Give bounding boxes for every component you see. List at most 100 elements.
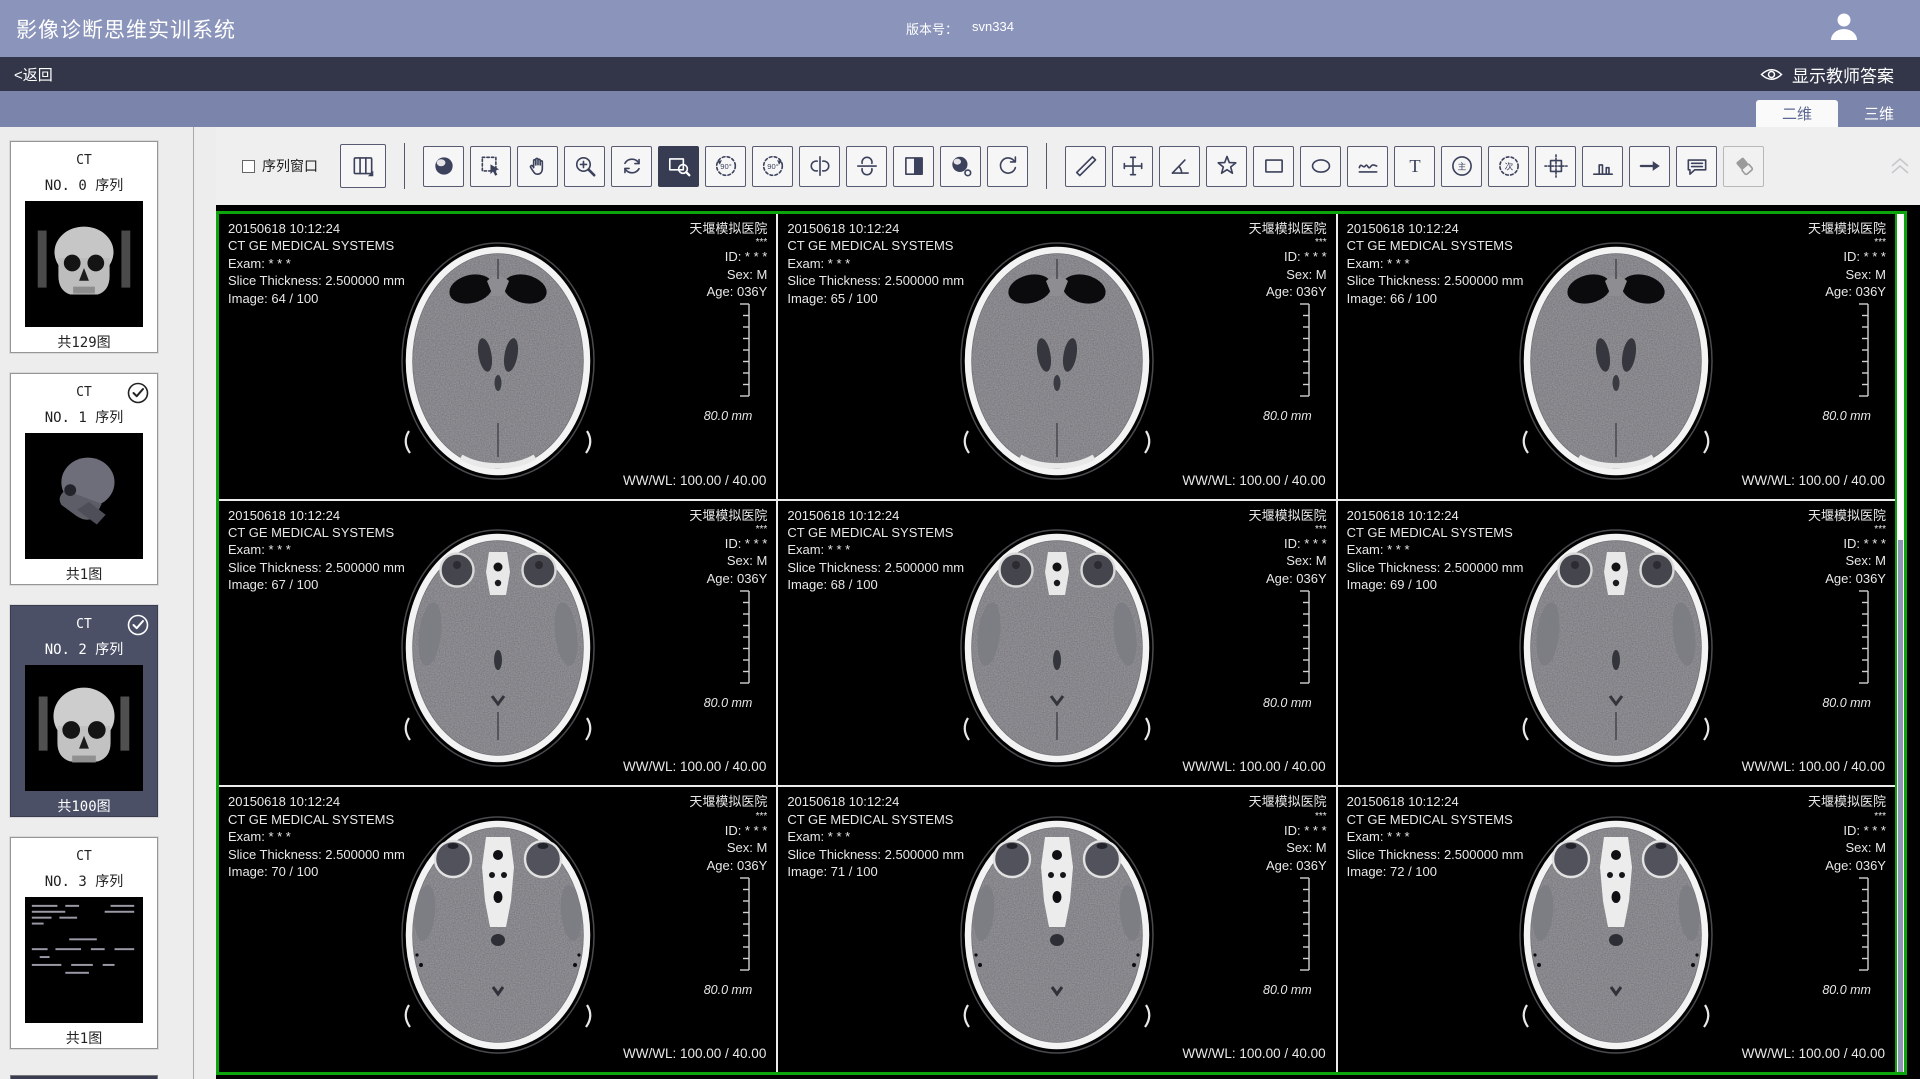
- viewport-cell-0[interactable]: 20150618 10:12:24CT GE MEDICAL SYSTEMSEx…: [219, 214, 776, 499]
- star-icon: [1214, 153, 1240, 179]
- series-card-1[interactable]: CTNO. 1 序列共1图: [10, 373, 158, 585]
- cell-age: Age: 036Y: [1808, 283, 1886, 300]
- tab-3d[interactable]: 三维: [1838, 100, 1920, 127]
- viewport-cell-3[interactable]: 20150618 10:12:24CT GE MEDICAL SYSTEMSEx…: [219, 501, 776, 786]
- flip-vertical-button[interactable]: [846, 146, 887, 187]
- grid-crosshair-button[interactable]: [1535, 146, 1576, 187]
- viewport-cell-2[interactable]: 20150618 10:12:24CT GE MEDICAL SYSTEMSEx…: [1338, 214, 1895, 499]
- cell-device: CT GE MEDICAL SYSTEMS: [1347, 524, 1524, 541]
- magnifier-plus-icon: [572, 153, 598, 179]
- cell-datetime: 20150618 10:12:24: [787, 793, 964, 810]
- measure-line-button[interactable]: [1065, 146, 1106, 187]
- invert-button[interactable]: [893, 146, 934, 187]
- arrow-annotation-button[interactable]: [1629, 146, 1670, 187]
- measure-cross-button[interactable]: [1112, 146, 1153, 187]
- viewport-cell-8[interactable]: 20150618 10:12:24CT GE MEDICAL SYSTEMSEx…: [1338, 787, 1895, 1072]
- series-image-count: 共100图: [57, 796, 110, 816]
- cell-device: CT GE MEDICAL SYSTEMS: [787, 524, 964, 541]
- reset-button[interactable]: [987, 146, 1028, 187]
- viewport-cell-4[interactable]: 20150618 10:12:24CT GE MEDICAL SYSTEMSEx…: [778, 501, 1335, 786]
- cell-stars: ***: [1808, 811, 1886, 822]
- viewport-cell-7[interactable]: 20150618 10:12:24CT GE MEDICAL SYSTEMSEx…: [778, 787, 1335, 1072]
- active-series-frame: 20150618 10:12:24CT GE MEDICAL SYSTEMSEx…: [216, 211, 1907, 1075]
- series-card-2[interactable]: CTNO. 2 序列共100图: [10, 605, 158, 817]
- rotate-90-cw-icon: 90°: [760, 153, 786, 179]
- cell-age: Age: 036Y: [1249, 857, 1327, 874]
- flip-horizontal-button[interactable]: [799, 146, 840, 187]
- window-sphere-button[interactable]: [423, 146, 464, 187]
- scrollbar-thumb[interactable]: [1898, 540, 1903, 1072]
- series-window-toggle[interactable]: 序列窗口: [242, 156, 318, 176]
- region-zoom-button[interactable]: [658, 146, 699, 187]
- cell-datetime: 20150618 10:12:24: [1347, 793, 1524, 810]
- viewport-cell-5[interactable]: 20150618 10:12:24CT GE MEDICAL SYSTEMSEx…: [1338, 501, 1895, 786]
- cell-info-left: 20150618 10:12:24CT GE MEDICAL SYSTEMSEx…: [787, 220, 964, 307]
- measure-angle-button[interactable]: [1159, 146, 1200, 187]
- back-button[interactable]: <返回: [14, 64, 53, 85]
- grid-scrollbar[interactable]: [1895, 214, 1904, 1072]
- flip-horizontal-icon: [807, 153, 833, 179]
- text-annotation-button[interactable]: T: [1394, 146, 1435, 187]
- version-label: 版本号：: [906, 19, 958, 38]
- focus-main-button[interactable]: 主: [1441, 146, 1482, 187]
- cell-info-left: 20150618 10:12:24CT GE MEDICAL SYSTEMSEx…: [787, 507, 964, 594]
- cell-exam: Exam: * * *: [228, 541, 405, 558]
- viewport-cell-1[interactable]: 20150618 10:12:24CT GE MEDICAL SYSTEMSEx…: [778, 214, 1335, 499]
- histogram-button[interactable]: [1582, 146, 1623, 187]
- focus-secondary-button[interactable]: 次: [1488, 146, 1529, 187]
- star-roi-button[interactable]: [1206, 146, 1247, 187]
- cell-age: Age: 036Y: [689, 570, 767, 587]
- cell-patient-id: ID: * * *: [1249, 535, 1327, 552]
- series-card-partial[interactable]: [10, 1075, 158, 1079]
- cell-window-level: WW/WL: 100.00 / 40.00: [1742, 759, 1885, 774]
- toolbar-collapse-button[interactable]: [1888, 155, 1912, 175]
- ct-image: [1501, 797, 1731, 1063]
- cell-hospital: 天堰模拟医院: [1249, 507, 1327, 524]
- pan-button[interactable]: [517, 146, 558, 187]
- cell-info-right: 天堰模拟医院***ID: * * *Sex: MAge: 036Y: [689, 507, 767, 588]
- cell-patient-id: ID: * * *: [1249, 248, 1327, 265]
- curve-roi-button[interactable]: [1347, 146, 1388, 187]
- cell-exam: Exam: * * *: [228, 255, 405, 272]
- user-account-button[interactable]: [1824, 9, 1864, 49]
- series-card-0[interactable]: CTNO. 0 序列共129图: [10, 141, 158, 353]
- window-level-button[interactable]: [940, 146, 981, 187]
- zoom-button[interactable]: [564, 146, 605, 187]
- tab-2d[interactable]: 二维: [1756, 100, 1838, 127]
- cell-info-left: 20150618 10:12:24CT GE MEDICAL SYSTEMSEx…: [228, 220, 405, 307]
- cell-info-right: 天堰模拟医院***ID: * * *Sex: MAge: 036Y: [689, 793, 767, 874]
- cell-hospital: 天堰模拟医院: [1249, 793, 1327, 810]
- rotate-90-cw-button[interactable]: 90°: [752, 146, 793, 187]
- cell-stars: ***: [689, 524, 767, 535]
- cell-device: CT GE MEDICAL SYSTEMS: [787, 811, 964, 828]
- rotate-button[interactable]: [611, 146, 652, 187]
- toolbar-group-2: T主次: [1059, 146, 1764, 187]
- series-thumbnail: [25, 433, 143, 559]
- svg-text:主: 主: [1457, 160, 1466, 171]
- box-crosshair-icon: [1543, 153, 1569, 179]
- cell-info-right: 天堰模拟医院***ID: * * *Sex: MAge: 036Y: [1249, 507, 1327, 588]
- cell-info-left: 20150618 10:12:24CT GE MEDICAL SYSTEMSEx…: [787, 793, 964, 880]
- cell-image-number: Image: 65 / 100: [787, 290, 964, 307]
- eraser-button[interactable]: [1723, 146, 1764, 187]
- rect-roi-button[interactable]: [1253, 146, 1294, 187]
- cell-sex: Sex: M: [689, 266, 767, 283]
- cell-slice-thickness: Slice Thickness: 2.500000 mm: [228, 559, 405, 576]
- image-grid: 20150618 10:12:24CT GE MEDICAL SYSTEMSEx…: [219, 214, 1895, 1072]
- ellipse-roi-button[interactable]: [1300, 146, 1341, 187]
- rotate-90-ccw-button[interactable]: 90°: [705, 146, 746, 187]
- cross-caliper-icon: [1120, 153, 1146, 179]
- series-window-checkbox[interactable]: [242, 160, 255, 173]
- cell-device: CT GE MEDICAL SYSTEMS: [228, 524, 405, 541]
- layout-button[interactable]: [340, 144, 386, 188]
- scale-label: 80.0 mm: [1791, 696, 1871, 710]
- series-card-3[interactable]: CTNO. 3 序列共1图: [10, 837, 158, 1049]
- show-teacher-answer-button[interactable]: 显示教师答案: [1760, 62, 1894, 87]
- view-mode-tabs: 二维三维: [0, 91, 1920, 127]
- comment-button[interactable]: [1676, 146, 1717, 187]
- select-button[interactable]: [470, 146, 511, 187]
- viewport-cell-6[interactable]: 20150618 10:12:24CT GE MEDICAL SYSTEMSEx…: [219, 787, 776, 1072]
- cell-hospital: 天堰模拟医院: [1808, 793, 1886, 810]
- cell-stars: ***: [689, 237, 767, 248]
- cell-exam: Exam: * * *: [1347, 255, 1524, 272]
